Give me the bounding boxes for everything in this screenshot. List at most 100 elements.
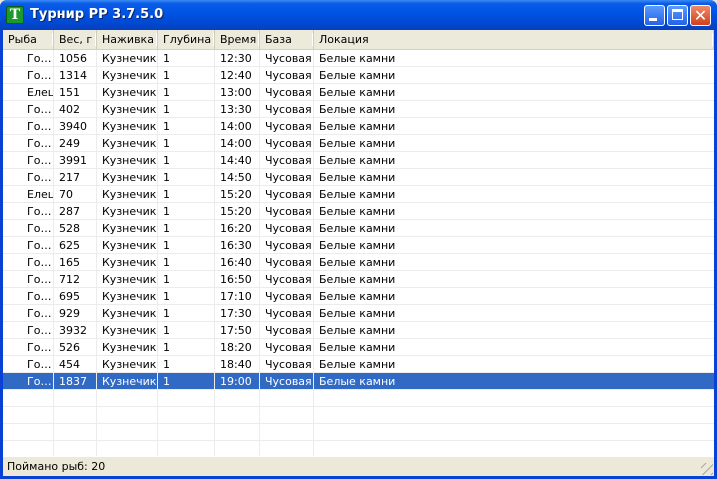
cell-fish: Го…	[27, 256, 52, 269]
cell-time: 14:00	[220, 137, 252, 150]
table-row[interactable]: Го… 402 Кузнечик 1 13:30 Чусовая Белые камни	[3, 101, 714, 118]
column-header-fish[interactable]: Рыба	[3, 30, 54, 49]
table-row-selected[interactable]: Го… 1837 Кузнечик 1 19:00 Чусовая Белые камни	[3, 373, 714, 390]
cell-weight: 526	[59, 341, 80, 354]
column-header-weight[interactable]: Вес, г	[54, 30, 97, 49]
cell-weight: 402	[59, 103, 80, 116]
cell-fish: Го…	[27, 324, 52, 337]
grid-line-horizontal	[3, 100, 714, 101]
cell-base: Чусовая	[265, 52, 312, 65]
cell-bait: Кузнечик	[102, 256, 157, 269]
grid-line-horizontal	[3, 423, 714, 424]
column-header-base[interactable]: База	[260, 30, 314, 49]
close-button[interactable]: ✕	[690, 5, 711, 26]
cell-weight: 1837	[59, 375, 87, 388]
cell-bait: Кузнечик	[102, 222, 157, 235]
table-row[interactable]: Елец 151 Кузнечик 1 13:00 Чусовая Белые камни	[3, 84, 714, 101]
cell-fish: Го…	[27, 273, 52, 286]
table-row[interactable]: Го… 3940 Кузнечик 1 14:00 Чусовая Белые камни	[3, 118, 714, 135]
cell-location: Белые камни	[319, 171, 396, 184]
table-row[interactable]: Го… 165 Кузнечик 1 16:40 Чусовая Белые камни	[3, 254, 714, 271]
minimize-button[interactable]	[644, 5, 665, 26]
cell-fish: Го…	[27, 154, 52, 167]
table-row[interactable]: Го… 1056 Кузнечик 1 12:30 Чусовая Белые камни	[3, 50, 714, 67]
cell-weight: 1056	[59, 52, 87, 65]
table-row[interactable]: Го… 217 Кузнечик 1 14:50 Чусовая Белые камни	[3, 169, 714, 186]
column-header-location[interactable]: Локация	[314, 30, 714, 49]
cell-fish: Го…	[27, 222, 52, 235]
cell-depth: 1	[163, 239, 170, 252]
column-header-depth[interactable]: Глубина	[158, 30, 215, 49]
window-title: Турнир РР 3.7.5.0	[30, 7, 164, 22]
title-bar[interactable]: T Турнир РР 3.7.5.0 ✕	[0, 0, 717, 30]
grid-line-horizontal	[3, 321, 714, 322]
table-row[interactable]: Го… 3932 Кузнечик 1 17:50 Чусовая Белые камни	[3, 322, 714, 339]
app-window: T Турнир РР 3.7.5.0 ✕ Рыба Вес, г Наживка Г…	[0, 0, 717, 479]
cell-depth: 1	[163, 205, 170, 218]
cell-base: Чусовая	[265, 256, 312, 269]
list-header: Рыба Вес, г Наживка Глубина Время База Локация	[3, 30, 714, 50]
status-bar: Поймано рыб: 20	[3, 456, 714, 476]
cell-base: Чусовая	[265, 375, 312, 388]
cell-time: 12:40	[220, 69, 252, 82]
column-header-bait[interactable]: Наживка	[97, 30, 158, 49]
table-row[interactable]: Го… 625 Кузнечик 1 16:30 Чусовая Белые камни	[3, 237, 714, 254]
cell-bait: Кузнечик	[102, 324, 157, 337]
cell-depth: 1	[163, 120, 170, 133]
cell-location: Белые камни	[319, 86, 396, 99]
cell-weight: 695	[59, 290, 80, 303]
maximize-icon	[672, 9, 683, 20]
grid-line-horizontal	[3, 253, 714, 254]
table-row[interactable]: Го… 528 Кузнечик 1 16:20 Чусовая Белые камни	[3, 220, 714, 237]
cell-fish: Елец	[27, 86, 54, 99]
cell-time: 18:20	[220, 341, 252, 354]
cell-bait: Кузнечик	[102, 375, 157, 388]
cell-depth: 1	[163, 375, 170, 388]
status-caught-count: Поймано рыб: 20	[7, 460, 106, 473]
cell-fish: Го…	[27, 375, 52, 388]
client-area: Рыба Вес, г Наживка Глубина Время База Локация…	[3, 30, 714, 476]
grid-line-horizontal	[3, 440, 714, 441]
table-row[interactable]: Го… 3991 Кузнечик 1 14:40 Чусовая Белые камни	[3, 152, 714, 169]
cell-weight: 151	[59, 86, 80, 99]
cell-fish: Го…	[27, 103, 52, 116]
table-row[interactable]: Го… 249 Кузнечик 1 14:00 Чусовая Белые камни	[3, 135, 714, 152]
cell-bait: Кузнечик	[102, 273, 157, 286]
cell-location: Белые камни	[319, 205, 396, 218]
cell-depth: 1	[163, 290, 170, 303]
close-icon: ✕	[693, 6, 708, 25]
cell-time: 16:50	[220, 273, 252, 286]
cell-time: 16:30	[220, 239, 252, 252]
cell-time: 19:00	[220, 375, 252, 388]
cell-bait: Кузнечик	[102, 171, 157, 184]
grid-line-horizontal	[3, 168, 714, 169]
table-row[interactable]: Го… 1314 Кузнечик 1 12:40 Чусовая Белые камни	[3, 67, 714, 84]
cell-location: Белые камни	[319, 341, 396, 354]
table-row[interactable]: Го… 695 Кузнечик 1 17:10 Чусовая Белые камни	[3, 288, 714, 305]
cell-location: Белые камни	[319, 307, 396, 320]
cell-weight: 3940	[59, 120, 87, 133]
cell-location: Белые камни	[319, 52, 396, 65]
cell-fish: Го…	[27, 137, 52, 150]
table-row[interactable]: Го… 526 Кузнечик 1 18:20 Чусовая Белые камни	[3, 339, 714, 356]
table-row[interactable]: Елец 70 Кузнечик 1 15:20 Чусовая Белые камни	[3, 186, 714, 203]
cell-time: 14:50	[220, 171, 252, 184]
table-row[interactable]: Го… 287 Кузнечик 1 15:20 Чусовая Белые камни	[3, 203, 714, 220]
cell-base: Чусовая	[265, 188, 312, 201]
cell-location: Белые камни	[319, 103, 396, 116]
column-header-time[interactable]: Время	[215, 30, 260, 49]
cell-location: Белые камни	[319, 239, 396, 252]
table-row[interactable]: Го… 929 Кузнечик 1 17:30 Чусовая Белые камни	[3, 305, 714, 322]
cell-time: 13:30	[220, 103, 252, 116]
cell-base: Чусовая	[265, 324, 312, 337]
table-row[interactable]: Го… 454 Кузнечик 1 18:40 Чусовая Белые камни	[3, 356, 714, 373]
table-row[interactable]: Го… 712 Кузнечик 1 16:50 Чусовая Белые камни	[3, 271, 714, 288]
cell-location: Белые камни	[319, 154, 396, 167]
cell-fish: Елец	[27, 188, 54, 201]
resize-grip-icon[interactable]	[701, 463, 713, 475]
maximize-button[interactable]	[667, 5, 688, 26]
cell-fish: Го…	[27, 52, 52, 65]
catch-list-view[interactable]: Рыба Вес, г Наживка Глубина Время База Локация…	[3, 30, 714, 457]
cell-weight: 929	[59, 307, 80, 320]
cell-weight: 454	[59, 358, 80, 371]
